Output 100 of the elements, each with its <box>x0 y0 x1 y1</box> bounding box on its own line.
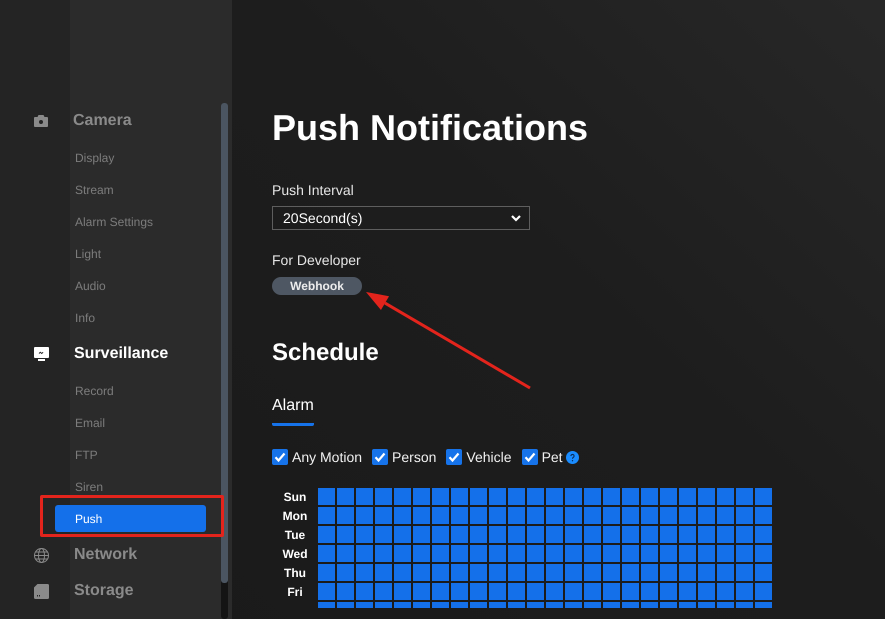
time-slot[interactable] <box>527 526 544 543</box>
time-slot[interactable] <box>489 545 506 562</box>
time-slot[interactable] <box>508 602 525 608</box>
time-slot[interactable] <box>413 583 430 600</box>
time-slot[interactable] <box>413 526 430 543</box>
sidebar-section[interactable]: Surveillance <box>34 344 168 364</box>
time-slot[interactable] <box>337 602 354 608</box>
time-slot[interactable] <box>660 564 677 581</box>
time-slot[interactable] <box>584 488 601 505</box>
time-slot[interactable] <box>622 564 639 581</box>
time-slot[interactable] <box>603 583 620 600</box>
time-slot[interactable] <box>489 507 506 524</box>
time-slot[interactable] <box>318 583 335 600</box>
time-slot[interactable] <box>356 545 373 562</box>
time-slot[interactable] <box>717 488 734 505</box>
time-slot[interactable] <box>375 507 392 524</box>
time-slot[interactable] <box>394 564 411 581</box>
time-slot[interactable] <box>318 564 335 581</box>
time-slot[interactable] <box>394 488 411 505</box>
time-slot[interactable] <box>470 602 487 608</box>
time-slot[interactable] <box>660 545 677 562</box>
time-slot[interactable] <box>679 602 696 608</box>
time-slot[interactable] <box>698 488 715 505</box>
time-slot[interactable] <box>432 488 449 505</box>
time-slot[interactable] <box>432 583 449 600</box>
time-slot[interactable] <box>375 526 392 543</box>
time-slot[interactable] <box>565 545 582 562</box>
time-slot[interactable] <box>679 545 696 562</box>
time-slot[interactable] <box>660 526 677 543</box>
time-slot[interactable] <box>736 526 753 543</box>
time-slot[interactable] <box>660 507 677 524</box>
time-slot[interactable] <box>508 564 525 581</box>
time-slot[interactable] <box>565 488 582 505</box>
time-slot[interactable] <box>565 602 582 608</box>
time-slot[interactable] <box>451 583 468 600</box>
time-slot[interactable] <box>489 564 506 581</box>
time-slot[interactable] <box>470 545 487 562</box>
time-slot[interactable] <box>660 583 677 600</box>
checkbox[interactable]: Vehicle <box>446 449 512 465</box>
time-slot[interactable] <box>489 488 506 505</box>
time-slot[interactable] <box>413 507 430 524</box>
time-slot[interactable] <box>565 583 582 600</box>
time-slot[interactable] <box>432 545 449 562</box>
time-slot[interactable] <box>337 583 354 600</box>
time-slot[interactable] <box>736 507 753 524</box>
time-slot[interactable] <box>755 526 772 543</box>
time-slot[interactable] <box>356 488 373 505</box>
time-slot[interactable] <box>394 583 411 600</box>
sidebar-item[interactable]: Stream <box>75 182 114 196</box>
time-slot[interactable] <box>432 564 449 581</box>
time-slot[interactable] <box>698 507 715 524</box>
time-slot[interactable] <box>679 526 696 543</box>
sidebar-item[interactable]: Info <box>75 310 96 324</box>
time-slot[interactable] <box>641 488 658 505</box>
time-slot[interactable] <box>679 507 696 524</box>
time-slot[interactable] <box>489 583 506 600</box>
pill-button[interactable]: Webhook <box>272 277 362 295</box>
sidebar-item[interactable]: Audio <box>75 278 106 292</box>
time-slot[interactable] <box>337 488 354 505</box>
time-slot[interactable] <box>698 545 715 562</box>
sidebar-section[interactable]: Camera <box>34 111 132 131</box>
time-slot[interactable] <box>698 526 715 543</box>
time-slot[interactable] <box>546 526 563 543</box>
time-slot[interactable] <box>337 564 354 581</box>
time-slot[interactable] <box>470 488 487 505</box>
time-slot[interactable] <box>679 488 696 505</box>
time-slot[interactable] <box>356 507 373 524</box>
time-slot[interactable] <box>717 602 734 608</box>
time-slot[interactable] <box>337 507 354 524</box>
time-slot[interactable] <box>432 507 449 524</box>
time-slot[interactable] <box>394 545 411 562</box>
time-slot[interactable] <box>318 545 335 562</box>
time-slot[interactable] <box>356 583 373 600</box>
time-slot[interactable] <box>717 583 734 600</box>
sidebar-item[interactable]: Siren <box>75 480 104 494</box>
time-slot[interactable] <box>603 564 620 581</box>
time-slot[interactable] <box>584 564 601 581</box>
time-slot[interactable] <box>660 488 677 505</box>
sidebar-item[interactable]: Push <box>55 505 206 532</box>
time-slot[interactable] <box>527 507 544 524</box>
time-slot[interactable] <box>622 602 639 608</box>
time-slot[interactable] <box>546 545 563 562</box>
time-slot[interactable] <box>736 602 753 608</box>
time-slot[interactable] <box>451 488 468 505</box>
time-slot[interactable] <box>394 507 411 524</box>
time-slot[interactable] <box>527 545 544 562</box>
time-slot[interactable] <box>470 564 487 581</box>
time-slot[interactable] <box>736 488 753 505</box>
time-slot[interactable] <box>755 488 772 505</box>
time-slot[interactable] <box>375 583 392 600</box>
time-slot[interactable] <box>527 583 544 600</box>
time-slot[interactable] <box>584 526 601 543</box>
time-slot[interactable] <box>565 526 582 543</box>
time-slot[interactable] <box>736 545 753 562</box>
time-slot[interactable] <box>736 583 753 600</box>
time-slot[interactable] <box>451 602 468 608</box>
time-slot[interactable] <box>584 583 601 600</box>
sidebar-item[interactable]: Alarm Settings <box>75 214 154 228</box>
time-slot[interactable] <box>394 602 411 608</box>
time-slot[interactable] <box>717 526 734 543</box>
